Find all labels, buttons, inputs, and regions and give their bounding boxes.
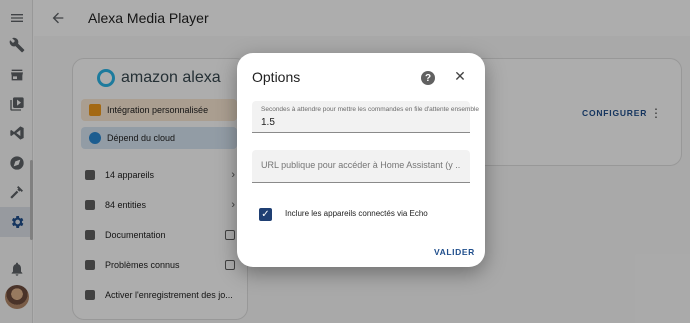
include-echo-devices-label: Inclure les appareils connectés via Echo: [285, 209, 428, 218]
dialog-title: Options: [252, 69, 301, 85]
queue-delay-label: Secondes à attendre pour mettre les comm…: [261, 106, 480, 113]
public-url-field[interactable]: [252, 150, 470, 183]
help-icon[interactable]: ?: [421, 71, 435, 85]
queue-delay-input[interactable]: [261, 117, 461, 128]
close-icon[interactable]: ✕: [453, 69, 467, 83]
public-url-input[interactable]: [261, 160, 461, 170]
queue-delay-field[interactable]: Secondes à attendre pour mettre les comm…: [252, 101, 479, 133]
options-dialog: Options ? ✕ Secondes à attendre pour met…: [237, 53, 485, 267]
include-echo-devices-checkbox[interactable]: ✓: [259, 208, 272, 221]
submit-button[interactable]: VALIDER: [434, 247, 475, 257]
